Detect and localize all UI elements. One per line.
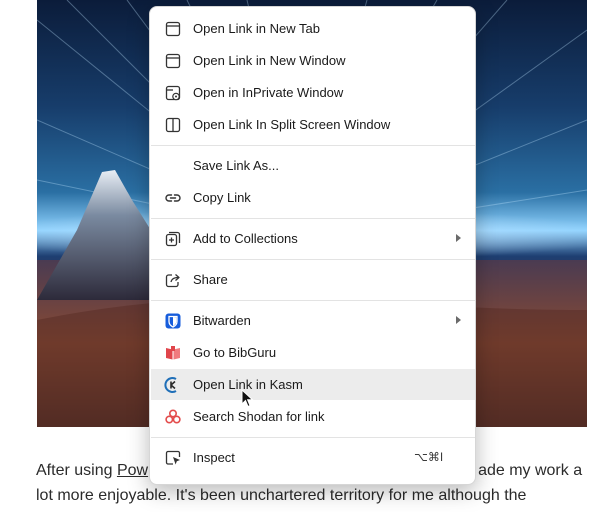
- article-line-2: lot more enjoyable. It's been unchartere…: [36, 487, 527, 504]
- menu-separator: [151, 145, 475, 146]
- menu-item-save-link-as[interactable]: Save Link As...: [151, 150, 475, 181]
- kasm-icon: [164, 377, 177, 393]
- shodan-icon: [165, 409, 181, 424]
- link-icon: [165, 194, 181, 202]
- menu-item-inspect[interactable]: Inspect ⌥⌘I: [151, 442, 475, 473]
- menu-item-open-in-kasm[interactable]: Open Link in Kasm: [151, 369, 475, 400]
- inspect-icon: [165, 450, 181, 465]
- menu-item-open-inprivate[interactable]: Open in InPrivate Window: [151, 77, 475, 108]
- menu-item-label: Share: [193, 272, 228, 287]
- menu-item-label: Copy Link: [193, 190, 251, 205]
- menu-item-open-split-screen[interactable]: Open Link In Split Screen Window: [151, 109, 475, 140]
- article-text-span: ade my work a: [478, 462, 583, 479]
- menu-item-share[interactable]: Share: [151, 264, 475, 295]
- menu-separator: [151, 437, 475, 438]
- menu-item-open-new-window[interactable]: Open Link in New Window: [151, 45, 475, 76]
- menu-item-label: Open Link in New Tab: [193, 21, 320, 36]
- menu-separator: [151, 259, 475, 260]
- submenu-arrow-icon: [456, 316, 461, 324]
- share-icon: [165, 274, 180, 288]
- menu-item-label: Bitwarden: [193, 313, 251, 328]
- bibguru-icon: [166, 346, 180, 360]
- menu-item-label: Open Link in New Window: [193, 53, 346, 68]
- split-screen-icon: [165, 117, 181, 133]
- menu-item-copy-link[interactable]: Copy Link: [151, 182, 475, 213]
- menu-item-label: Search Shodan for link: [193, 409, 325, 424]
- bitwarden-icon: [165, 313, 181, 329]
- submenu-arrow-icon: [456, 234, 461, 242]
- context-menu: Open Link in New Tab Open Link in New Wi…: [149, 6, 476, 485]
- mouse-cursor-icon: [241, 389, 254, 408]
- inprivate-window-icon: [165, 85, 181, 101]
- article-link[interactable]: Pow: [117, 462, 148, 479]
- menu-item-go-to-bibguru[interactable]: Go to BibGuru: [151, 337, 475, 368]
- menu-item-open-new-tab[interactable]: Open Link in New Tab: [151, 13, 475, 44]
- menu-item-label: Add to Collections: [193, 231, 298, 246]
- menu-item-label: Open in InPrivate Window: [193, 85, 344, 100]
- menu-separator: [151, 218, 475, 219]
- menu-item-label: Save Link As...: [193, 158, 279, 173]
- menu-item-bitwarden[interactable]: Bitwarden: [151, 305, 475, 336]
- new-tab-icon: [165, 21, 181, 37]
- collections-icon: [165, 231, 181, 247]
- menu-item-label: Open Link In Split Screen Window: [193, 117, 391, 132]
- keyboard-shortcut: ⌥⌘I: [414, 450, 444, 464]
- new-window-icon: [165, 53, 181, 69]
- menu-item-add-to-collections[interactable]: Add to Collections: [151, 223, 475, 254]
- article-text-span: After using: [36, 462, 117, 479]
- menu-item-search-shodan[interactable]: Search Shodan for link: [151, 401, 475, 432]
- menu-separator: [151, 300, 475, 301]
- menu-item-label: Go to BibGuru: [193, 345, 277, 360]
- menu-item-label: Inspect: [193, 450, 235, 465]
